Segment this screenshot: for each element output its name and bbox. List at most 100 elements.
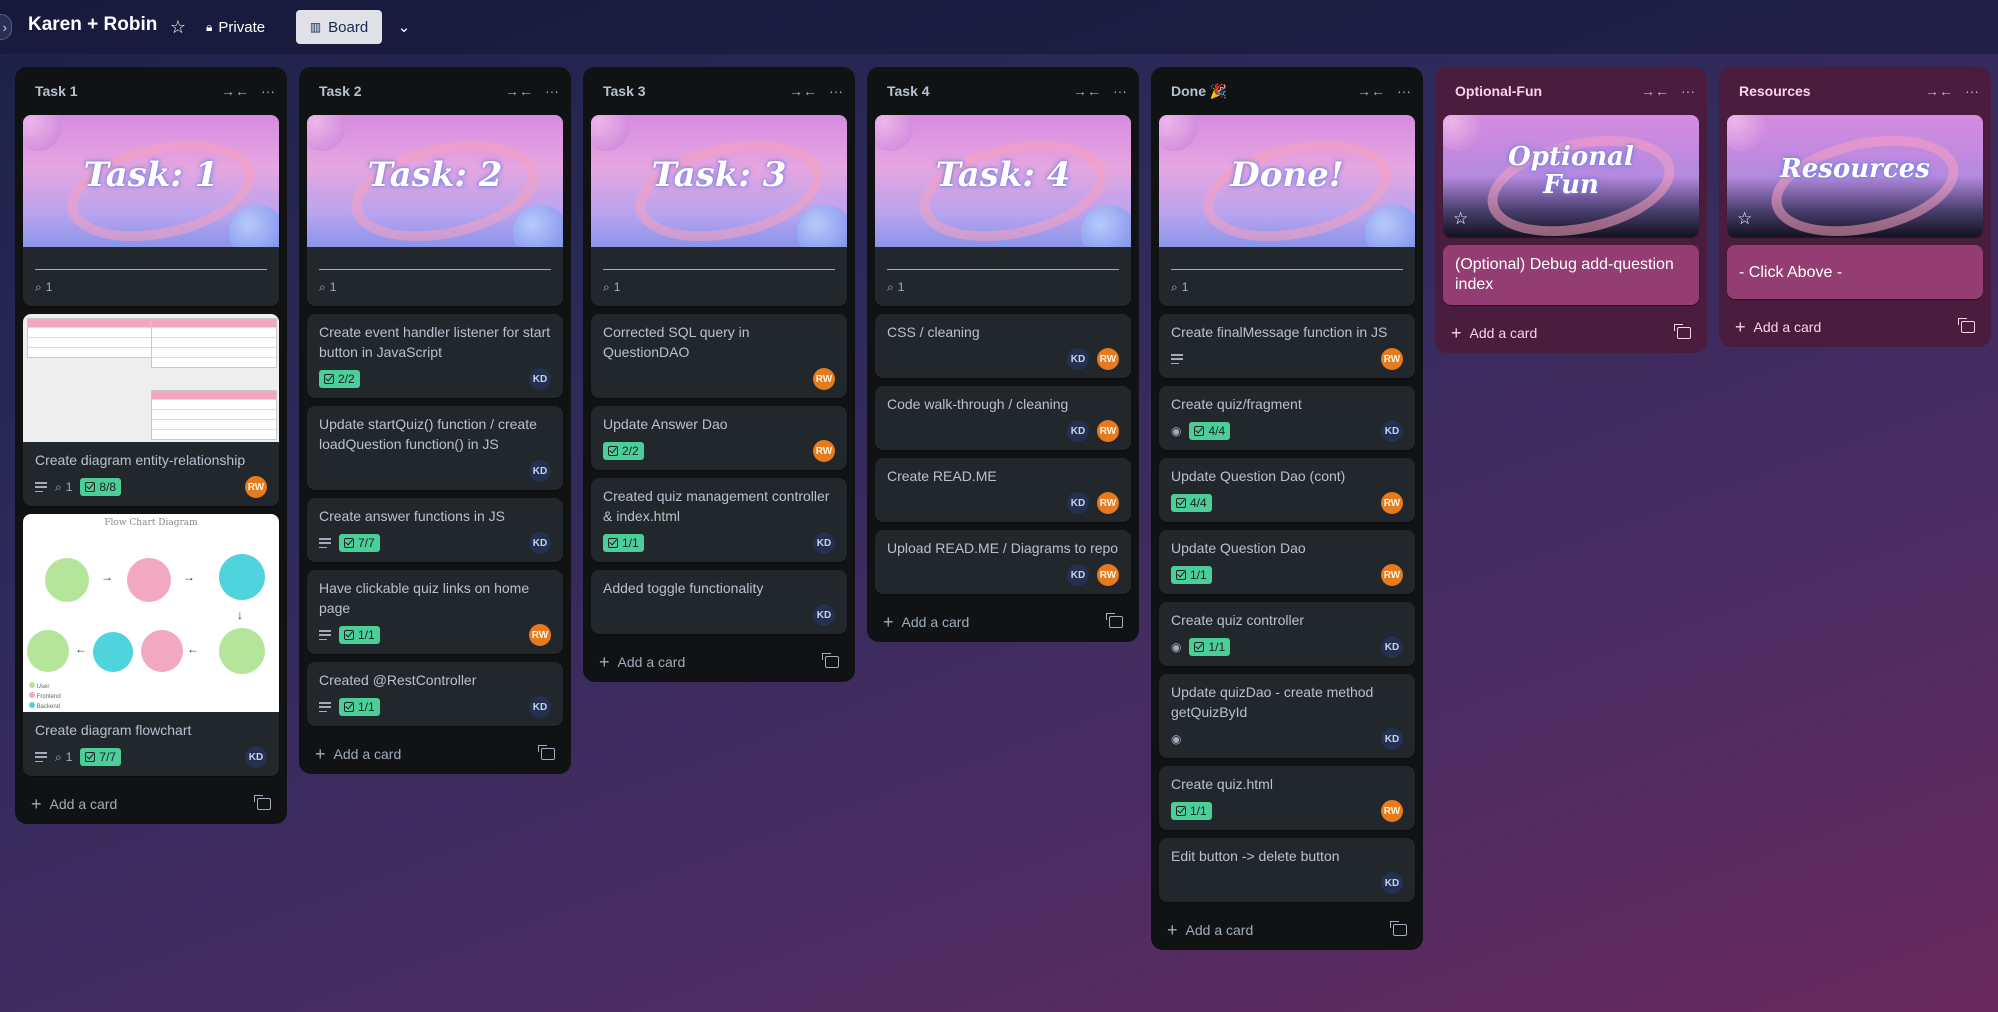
collapse-icon[interactable]: →← [221, 83, 249, 99]
avatar[interactable]: KD [1067, 420, 1089, 442]
cover-card[interactable]: Optional Fun ☆ [1443, 115, 1699, 237]
list-title[interactable]: Task 4 [887, 83, 930, 99]
board-view-button[interactable]: ▥ Board [296, 10, 382, 44]
board-title[interactable]: Karen + Robin [28, 14, 157, 36]
avatar[interactable]: KD [1381, 636, 1403, 658]
avatar[interactable]: KD [529, 368, 551, 390]
list-card[interactable]: Update Question Dao (cont) 4/4 RW [1159, 458, 1415, 522]
avatar[interactable]: KD [1381, 420, 1403, 442]
list-card[interactable]: Create quiz.html 1/1 RW [1159, 766, 1415, 830]
list-card[interactable]: Created quiz management controller & ind… [591, 478, 847, 562]
cover-card[interactable]: Resources ☆ [1727, 115, 1983, 237]
list-card[interactable]: - Click Above - [1727, 245, 1983, 299]
avatar[interactable]: KD [245, 746, 267, 768]
cover-card[interactable]: Task: 1 ⌕ 1 [23, 115, 279, 306]
star-icon[interactable]: ☆ [1453, 209, 1468, 229]
collapse-icon[interactable]: →← [1073, 83, 1101, 99]
list-title[interactable]: Done 🎉 [1171, 83, 1227, 100]
more-icon[interactable]: ··· [1681, 83, 1695, 99]
list-title[interactable]: Task 3 [603, 83, 646, 99]
template-icon[interactable] [1106, 613, 1123, 628]
list-card[interactable]: Upload READ.ME / Diagrams to repo KD RW [875, 530, 1131, 594]
view-switcher-button[interactable]: ⌄ [392, 10, 416, 44]
more-icon[interactable]: ··· [545, 83, 559, 99]
cover-card[interactable]: Task: 3 ⌕ 1 [591, 115, 847, 306]
more-icon[interactable]: ··· [1397, 83, 1411, 99]
avatar[interactable]: RW [813, 368, 835, 390]
list-title[interactable]: Optional-Fun [1455, 83, 1542, 99]
template-icon[interactable] [822, 653, 839, 668]
avatar[interactable]: RW [1097, 420, 1119, 442]
template-icon[interactable] [1958, 318, 1975, 333]
list-title[interactable]: Task 1 [35, 83, 78, 99]
list-card[interactable]: Create finalMessage function in JS RW [1159, 314, 1415, 378]
sidebar-toggle[interactable]: › [0, 14, 12, 40]
avatar[interactable]: RW [1381, 800, 1403, 822]
list-card[interactable]: Create answer functions in JS 7/7 KD [307, 498, 563, 562]
star-icon[interactable]: ☆ [1737, 209, 1752, 229]
list-title[interactable]: Task 2 [319, 83, 362, 99]
list-card[interactable]: Code walk-through / cleaning KD RW [875, 386, 1131, 450]
more-icon[interactable]: ··· [261, 83, 275, 99]
list-card[interactable]: Create quiz/fragment ◉ 4/4 KD [1159, 386, 1415, 450]
avatar[interactable]: KD [1381, 872, 1403, 894]
list-card[interactable]: Created @RestController 1/1 KD [307, 662, 563, 726]
avatar[interactable]: RW [1381, 492, 1403, 514]
list-card[interactable]: Update quizDao - create method getQuizBy… [1159, 674, 1415, 758]
more-icon[interactable]: ··· [1965, 83, 1979, 99]
list-card[interactable]: Create quiz controller ◉ 1/1 KD [1159, 602, 1415, 666]
avatar[interactable]: KD [813, 532, 835, 554]
collapse-icon[interactable]: →← [789, 83, 817, 99]
avatar[interactable]: KD [1067, 348, 1089, 370]
cover-card[interactable]: Task: 4 ⌕ 1 [875, 115, 1131, 306]
add-card-button[interactable]: + Add a card [875, 602, 1131, 642]
avatar[interactable]: KD [529, 460, 551, 482]
star-board-button[interactable]: ☆ [165, 10, 191, 44]
avatar[interactable]: RW [245, 476, 267, 498]
avatar[interactable]: KD [529, 532, 551, 554]
add-card-button[interactable]: + Add a card [307, 734, 563, 774]
avatar[interactable]: RW [1097, 348, 1119, 370]
collapse-icon[interactable]: →← [1641, 83, 1669, 99]
avatar[interactable]: KD [1381, 728, 1403, 750]
collapse-icon[interactable]: →← [505, 83, 533, 99]
list-card[interactable]: Corrected SQL query in QuestionDAO RW [591, 314, 847, 398]
add-card-button[interactable]: + Add a card [591, 642, 847, 682]
visibility-button[interactable]: 🔒︎ Private [206, 10, 265, 44]
cover-card[interactable]: Task: 2 ⌕ 1 [307, 115, 563, 306]
add-card-button[interactable]: + Add a card [23, 784, 279, 824]
avatar[interactable]: KD [813, 604, 835, 626]
add-card-button[interactable]: + Add a card [1443, 313, 1699, 353]
template-icon[interactable] [1390, 921, 1407, 936]
template-icon[interactable] [254, 795, 271, 810]
list-card[interactable]: Update Answer Dao 2/2 RW [591, 406, 847, 470]
list-card[interactable]: Create event handler listener for start … [307, 314, 563, 398]
more-icon[interactable]: ··· [829, 83, 843, 99]
collapse-icon[interactable]: →← [1357, 83, 1385, 99]
avatar[interactable]: RW [1097, 564, 1119, 586]
list-card[interactable]: Create READ.ME KD RW [875, 458, 1131, 522]
list-card[interactable]: Update Question Dao 1/1 RW [1159, 530, 1415, 594]
list-card[interactable]: Create diagram entity-relationship ⌕ 1 8/… [23, 314, 279, 506]
avatar[interactable]: RW [1381, 564, 1403, 586]
list-card[interactable]: Have clickable quiz links on home page 1… [307, 570, 563, 654]
template-icon[interactable] [1674, 324, 1691, 339]
avatar[interactable]: KD [1067, 492, 1089, 514]
avatar[interactable]: RW [1381, 348, 1403, 370]
avatar[interactable]: RW [529, 624, 551, 646]
list-card[interactable]: Update startQuiz() function / create loa… [307, 406, 563, 490]
avatar[interactable]: RW [813, 440, 835, 462]
list-card[interactable]: Edit button -> delete button KD [1159, 838, 1415, 902]
list-card[interactable]: (Optional) Debug add-question index [1443, 245, 1699, 305]
add-card-button[interactable]: + Add a card [1159, 910, 1415, 950]
cover-card[interactable]: Done! ⌕ 1 [1159, 115, 1415, 306]
avatar[interactable]: KD [1067, 564, 1089, 586]
list-title[interactable]: Resources [1739, 83, 1811, 99]
collapse-icon[interactable]: →← [1925, 83, 1953, 99]
list-card[interactable]: CSS / cleaning KD RW [875, 314, 1131, 378]
list-card[interactable]: Added toggle functionality KD [591, 570, 847, 634]
avatar[interactable]: RW [1097, 492, 1119, 514]
list-card[interactable]: Flow Chart Diagram → → ↓ ← ← ← User Fron… [23, 514, 279, 776]
add-card-button[interactable]: + Add a card [1727, 307, 1983, 347]
more-icon[interactable]: ··· [1113, 83, 1127, 99]
